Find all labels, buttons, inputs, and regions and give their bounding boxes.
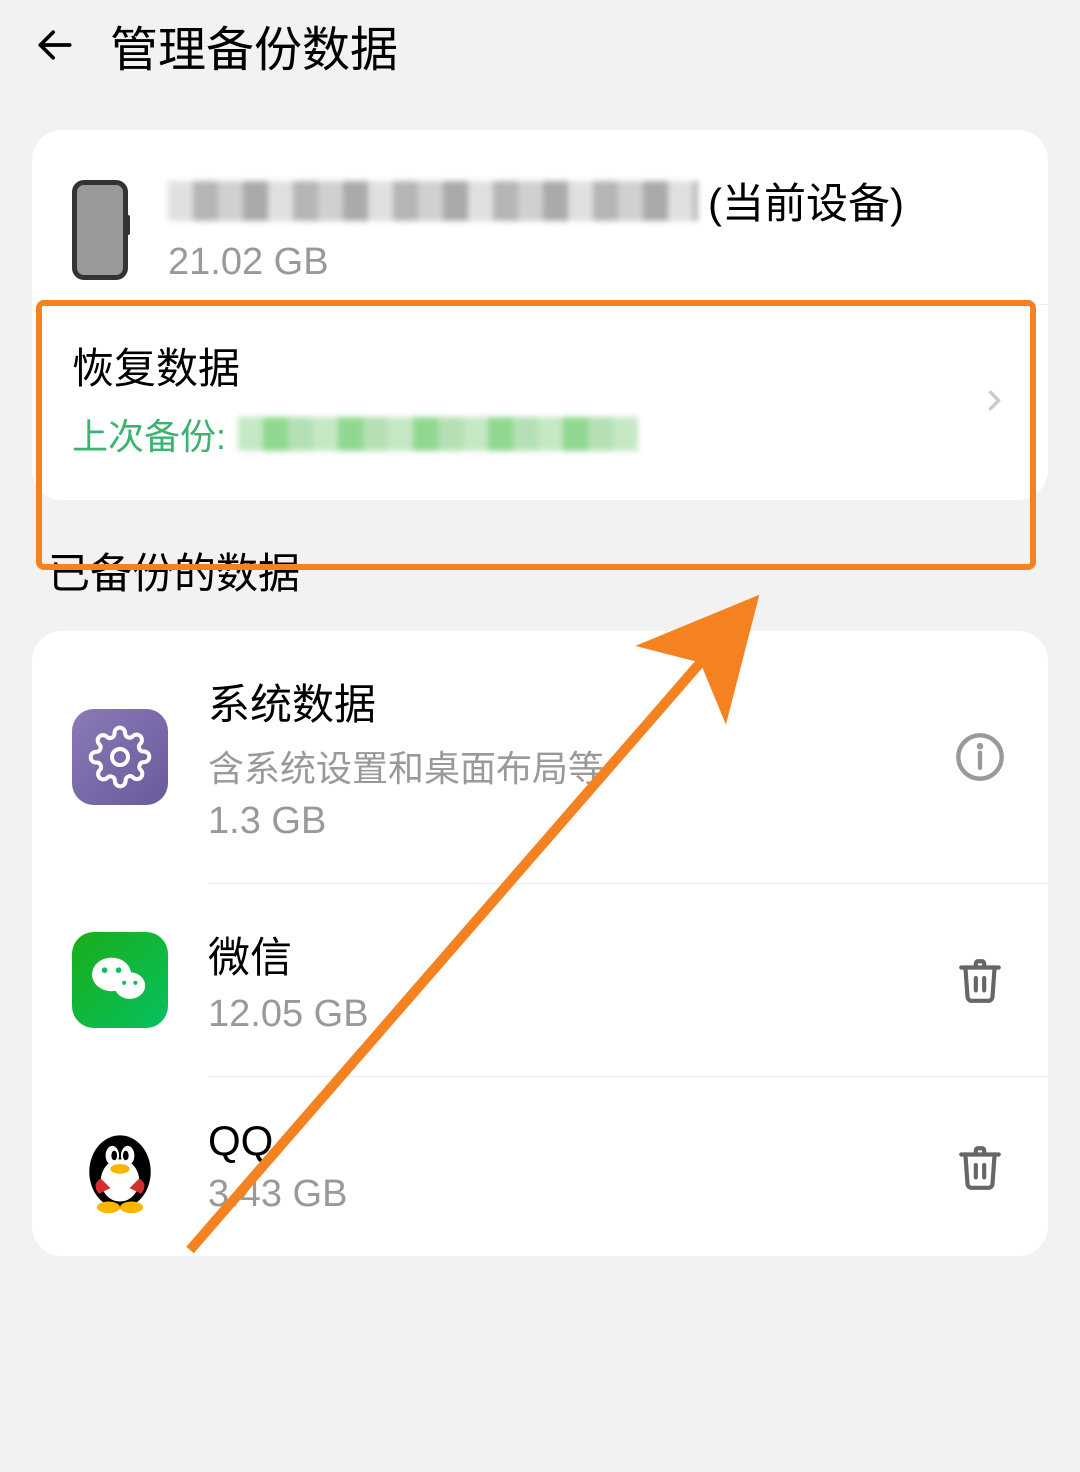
wechat-icon (72, 932, 168, 1028)
info-button[interactable] (952, 729, 1008, 785)
app-name: 微信 (208, 924, 912, 985)
app-desc: 含系统设置和桌面布局等 (208, 740, 912, 792)
back-button[interactable] (30, 20, 80, 70)
arrow-left-icon (33, 23, 77, 67)
last-backup-label: 上次备份: (72, 408, 226, 460)
qq-icon (72, 1119, 168, 1215)
restore-last-backup: 上次备份: (72, 408, 1008, 460)
restore-title: 恢复数据 (72, 335, 1008, 396)
app-name: 系统数据 (208, 671, 912, 732)
app-size: 1.3 GB (208, 800, 912, 843)
info-icon (954, 731, 1006, 783)
header: 管理备份数据 (0, 0, 1080, 100)
app-size: 12.05 GB (208, 993, 912, 1036)
device-card: (当前设备) 21.02 GB 恢复数据 上次备份: (32, 130, 1048, 500)
trash-icon (955, 955, 1005, 1005)
phone-icon (72, 180, 128, 280)
device-name: (当前设备) (168, 170, 1008, 231)
restore-data-row[interactable]: 恢复数据 上次备份: (32, 305, 1048, 500)
app-name: QQ (208, 1117, 912, 1165)
chevron-right-icon (980, 378, 1008, 427)
page-title: 管理备份数据 (110, 10, 398, 80)
backed-up-section-title: 已备份的数据 (48, 540, 1032, 601)
app-row-wechat[interactable]: 微信 12.05 GB (32, 884, 1048, 1076)
trash-icon (955, 1142, 1005, 1192)
app-row-system[interactable]: 系统数据 含系统设置和桌面布局等 1.3 GB (32, 631, 1048, 883)
app-row-qq[interactable]: QQ 3.43 GB (32, 1077, 1048, 1256)
device-row[interactable]: (当前设备) 21.02 GB (32, 130, 1048, 304)
app-size: 3.43 GB (208, 1173, 912, 1216)
device-current-label: (当前设备) (708, 170, 904, 231)
backed-up-apps-card: 系统数据 含系统设置和桌面布局等 1.3 GB 微信 (32, 631, 1048, 1256)
censored-device-name (168, 181, 698, 221)
delete-button[interactable] (952, 1139, 1008, 1195)
device-size: 21.02 GB (168, 241, 1008, 284)
settings-gear-icon (72, 709, 168, 805)
delete-button[interactable] (952, 952, 1008, 1008)
censored-backup-date (238, 417, 638, 451)
